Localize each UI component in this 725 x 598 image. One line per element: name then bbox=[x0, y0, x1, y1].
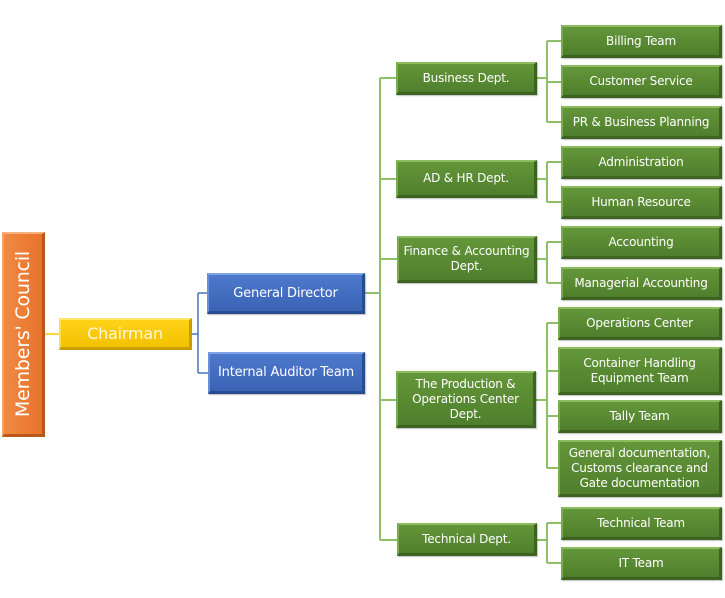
department-production-operations[interactable]: The Production & Operations Center Dept. bbox=[396, 371, 536, 428]
team-label: Customer Service bbox=[589, 73, 693, 88]
team-general-documentation[interactable]: General documentation, Customs clearance… bbox=[558, 440, 722, 497]
team-label: General documentation, Customs clearance… bbox=[568, 445, 711, 490]
team-label: IT Team bbox=[618, 555, 664, 570]
team-administration[interactable]: Administration bbox=[561, 146, 722, 179]
team-label: Container Handling Equipment Team bbox=[583, 355, 696, 385]
connector-adhr-teams bbox=[536, 161, 562, 203]
team-label: Human Resource bbox=[591, 194, 691, 209]
connector-director-departments bbox=[364, 77, 397, 541]
department-label: Business Dept. bbox=[422, 70, 510, 85]
connector-finance-teams bbox=[536, 241, 562, 284]
department-technical[interactable]: Technical Dept. bbox=[397, 523, 537, 556]
general-director-box[interactable]: General Director bbox=[207, 273, 365, 314]
team-billing[interactable]: Billing Team bbox=[561, 25, 722, 58]
team-managerial-accounting[interactable]: Managerial Accounting bbox=[561, 267, 722, 300]
team-label: Technical Team bbox=[597, 515, 685, 530]
members-council-box[interactable]: Members' Council bbox=[2, 232, 45, 437]
team-label: Managerial Accounting bbox=[574, 275, 708, 290]
chairman-box[interactable]: Chairman bbox=[59, 318, 192, 350]
general-director-label: General Director bbox=[233, 285, 338, 301]
team-label: Tally Team bbox=[609, 408, 670, 423]
team-container-handling[interactable]: Container Handling Equipment Team bbox=[558, 347, 722, 395]
department-label: AD & HR Dept. bbox=[423, 171, 509, 185]
team-pr-business-planning[interactable]: PR & Business Planning bbox=[561, 106, 722, 139]
chairman-label: Chairman bbox=[87, 324, 163, 343]
department-label: Technical Dept. bbox=[422, 531, 511, 546]
department-label: The Production & Operations Center Dept. bbox=[412, 376, 519, 421]
team-label: PR & Business Planning bbox=[572, 114, 710, 129]
team-accounting[interactable]: Accounting bbox=[561, 226, 722, 259]
team-operations-center[interactable]: Operations Center bbox=[558, 307, 722, 340]
team-tally[interactable]: Tally Team bbox=[558, 400, 722, 433]
team-it[interactable]: IT Team bbox=[561, 547, 722, 580]
department-ad-hr[interactable]: AD & HR Dept. bbox=[396, 160, 537, 198]
internal-auditor-team-label: Internal Auditor Team bbox=[218, 365, 354, 380]
department-business[interactable]: Business Dept. bbox=[396, 62, 537, 95]
team-customer-service[interactable]: Customer Service bbox=[561, 65, 722, 98]
connector-business-teams bbox=[536, 40, 562, 123]
internal-auditor-team-box[interactable]: Internal Auditor Team bbox=[208, 352, 365, 394]
team-label: Administration bbox=[598, 154, 684, 169]
team-label: Accounting bbox=[608, 234, 674, 249]
team-label: Operations Center bbox=[586, 315, 693, 330]
team-label: Billing Team bbox=[606, 33, 676, 48]
connector-technical-teams bbox=[536, 522, 562, 564]
department-finance-accounting[interactable]: Finance & Accounting Dept. bbox=[397, 236, 537, 283]
team-human-resource[interactable]: Human Resource bbox=[561, 186, 722, 219]
members-council-label: Members' Council bbox=[11, 250, 34, 418]
department-label: Finance & Accounting Dept. bbox=[403, 244, 530, 273]
team-technical[interactable]: Technical Team bbox=[561, 507, 722, 540]
connector-chairman-executives bbox=[191, 292, 208, 374]
